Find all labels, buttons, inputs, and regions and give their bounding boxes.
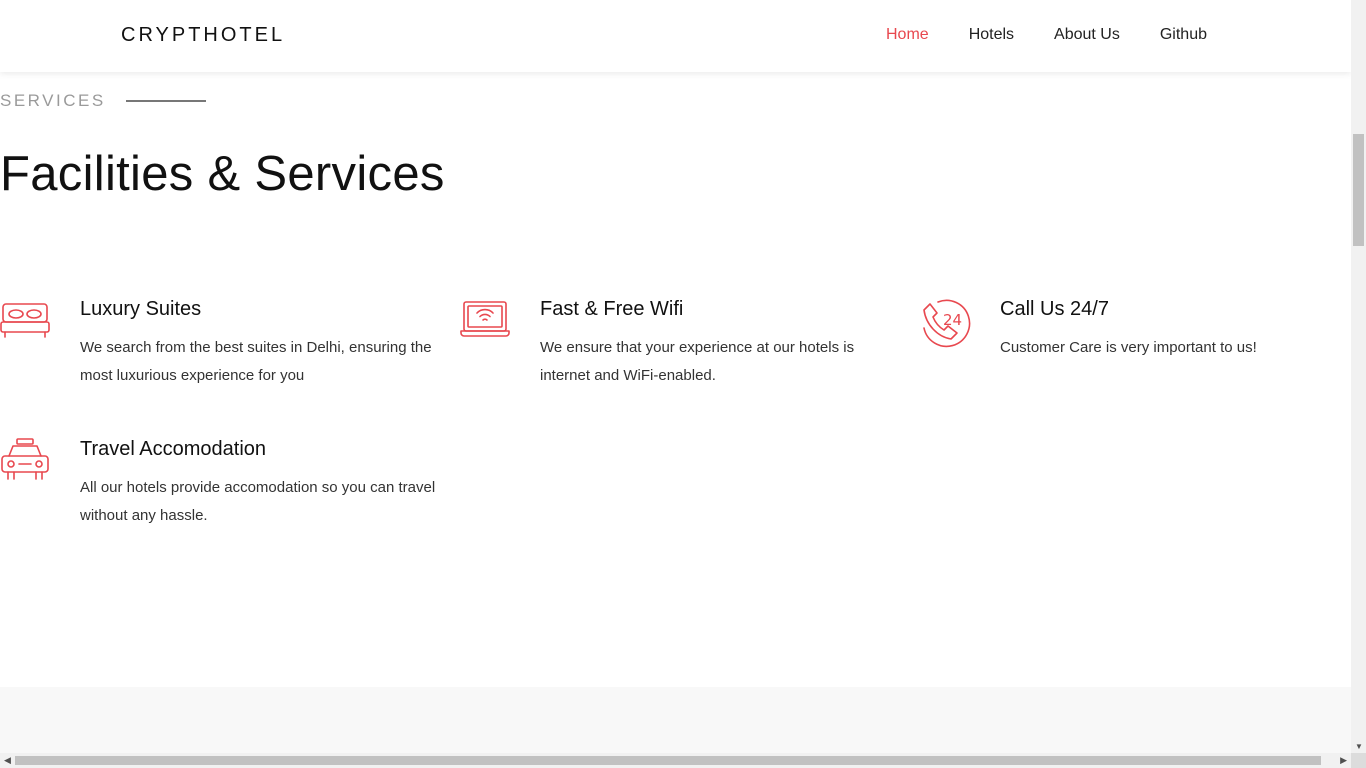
scroll-down-arrow-icon[interactable]: ▼ bbox=[1355, 742, 1363, 751]
nav-hotels-link[interactable]: Hotels bbox=[969, 26, 1014, 44]
brand-logo[interactable]: CRYPTHOTEL bbox=[121, 24, 285, 47]
kicker-divider bbox=[125, 100, 206, 102]
section-kicker: SERVICES bbox=[0, 91, 206, 111]
scroll-right-arrow-icon[interactable]: ▶ bbox=[1340, 755, 1347, 766]
main-nav: Home Hotels About Us Github bbox=[886, 26, 1247, 44]
horizontal-scrollbar-thumb[interactable] bbox=[15, 756, 1321, 765]
svg-text:24: 24 bbox=[943, 311, 962, 329]
service-description: Customer Care is very important to us! bbox=[1000, 339, 1257, 356]
service-description: All our hotels provide accomodation so y… bbox=[80, 479, 436, 524]
bed-icon bbox=[0, 298, 52, 350]
site-header: CRYPTHOTEL Home Hotels About Us Github bbox=[0, 0, 1351, 72]
section-title: Facilities & Services bbox=[0, 147, 445, 201]
vertical-scrollbar-thumb[interactable] bbox=[1353, 134, 1364, 246]
nav-home-link[interactable]: Home bbox=[886, 26, 929, 44]
laptop-wifi-icon bbox=[460, 298, 512, 350]
service-title: Call Us 24/7 bbox=[1000, 298, 1109, 320]
scrollbar-corner bbox=[1351, 753, 1366, 768]
service-description: We ensure that your experience at our ho… bbox=[540, 339, 855, 384]
vertical-scrollbar[interactable]: ▼ bbox=[1351, 0, 1366, 753]
phone-24-icon: 24 bbox=[920, 298, 972, 350]
page: CRYPTHOTEL Home Hotels About Us Github S… bbox=[0, 0, 1351, 753]
horizontal-scrollbar[interactable]: ◀ ▶ bbox=[0, 753, 1351, 768]
next-section-band bbox=[0, 687, 1351, 753]
section-kicker-label: SERVICES bbox=[0, 91, 106, 110]
service-description: We search from the best suites in Delhi,… bbox=[80, 339, 432, 384]
service-title: Luxury Suites bbox=[80, 298, 202, 320]
nav-github-link[interactable]: Github bbox=[1160, 26, 1207, 44]
scroll-left-arrow-icon[interactable]: ◀ bbox=[4, 755, 11, 766]
nav-about-link[interactable]: About Us bbox=[1054, 26, 1120, 44]
service-title: Fast & Free Wifi bbox=[540, 298, 684, 320]
taxi-icon bbox=[0, 438, 52, 490]
service-title: Travel Accomodation bbox=[80, 438, 267, 460]
